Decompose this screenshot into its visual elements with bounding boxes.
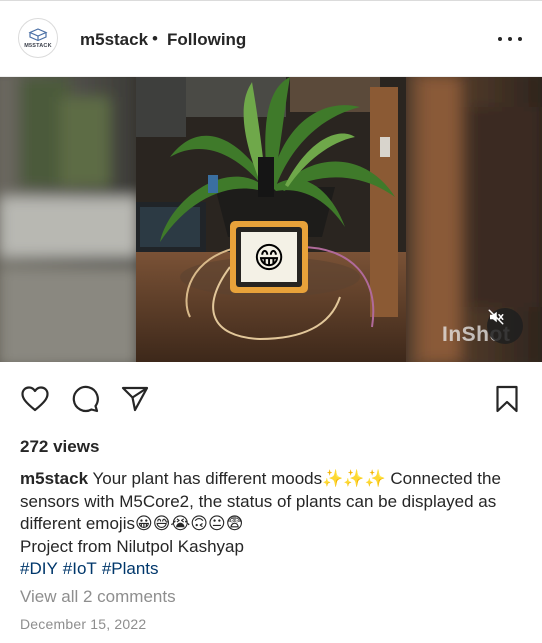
heart-icon[interactable] (20, 384, 50, 414)
hashtag-list: #DIY #IoT #Plants (20, 558, 525, 581)
hashtag-link[interactable]: #IoT (63, 559, 97, 578)
following-button[interactable]: Following (167, 30, 246, 50)
device-screen-emoji: 😁 (253, 242, 284, 275)
avatar[interactable]: M5STACK (18, 18, 58, 58)
bookmark-icon[interactable] (492, 384, 522, 414)
video-frame: 😁 (0, 77, 542, 362)
caption-text-2: sensors with M5Core2, the status of plan… (20, 491, 497, 511)
blurred-left-background (0, 77, 140, 362)
more-options-icon[interactable] (498, 29, 522, 49)
caption-text-3: different emojis😀😅😭🙃😐😨 (20, 514, 244, 533)
post-media-video[interactable]: 😁 InShot (0, 77, 542, 362)
view-all-comments-link[interactable]: View all 2 comments (20, 587, 176, 607)
like-glyph (21, 386, 49, 412)
hashtag-link[interactable]: #DIY (20, 559, 58, 578)
separator-dot: • (152, 29, 158, 48)
mute-glyph (488, 309, 504, 325)
paper-plane-icon[interactable] (120, 384, 150, 414)
comment-bubble-icon[interactable] (70, 384, 100, 414)
post-caption: m5stack Your plant has different moods✨✨… (20, 468, 525, 581)
avatar-logo-text: M5STACK (24, 42, 52, 49)
m5stack-logo-icon (28, 27, 48, 41)
hashtag-link[interactable]: #Plants (102, 559, 159, 578)
save-glyph (496, 385, 518, 413)
post-date[interactable]: December 15, 2022 (20, 616, 146, 632)
more-dot (518, 37, 522, 41)
caption-username[interactable]: m5stack (20, 469, 88, 488)
username-link[interactable]: m5stack (80, 30, 148, 50)
speaker-muted-icon[interactable] (487, 308, 523, 344)
more-dot (508, 37, 512, 41)
caption-text-1: Your plant has different moods✨✨✨ Connec… (88, 469, 501, 488)
more-dot (498, 37, 502, 41)
post-actions-bar (0, 380, 542, 420)
caption-text-4: Project from Nilutpol Kashyap (20, 536, 244, 556)
caption-line-1: m5stack Your plant has different moods✨✨… (20, 468, 525, 491)
comment-glyph (72, 385, 99, 413)
video-content: 😁 (136, 77, 406, 362)
share-glyph (121, 386, 149, 412)
post-header: M5STACK m5stack • Following (0, 0, 542, 77)
view-count[interactable]: 272 views (20, 437, 99, 457)
